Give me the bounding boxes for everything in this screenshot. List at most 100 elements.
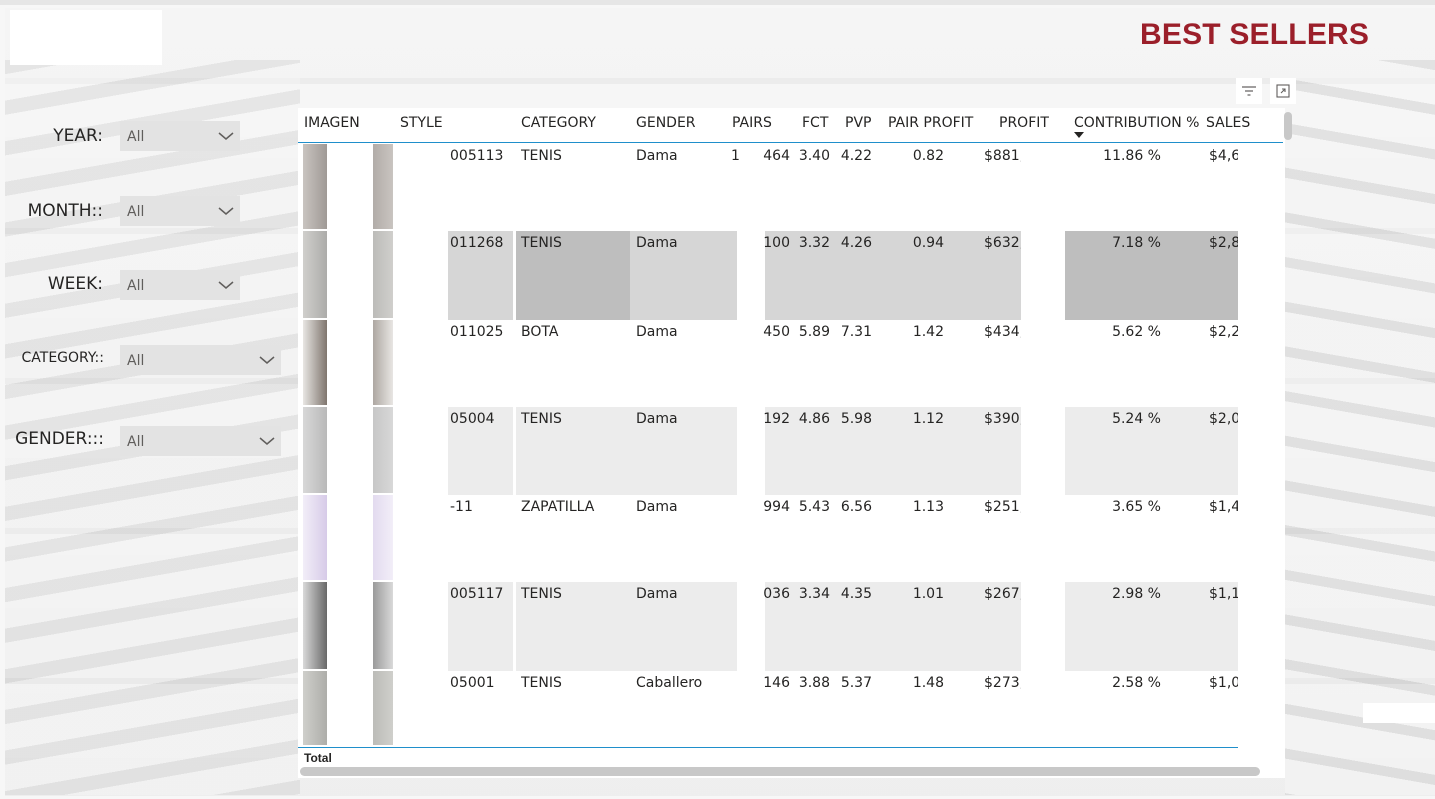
slicer-month-dropdown[interactable]: All: [120, 196, 240, 226]
cell-profit: $881,(: [984, 148, 1021, 164]
slicer-week-dropdown[interactable]: All: [120, 270, 240, 300]
table-row[interactable]: 05001 TENIS Caballero 146 3.88 5.37 1.48 $273,(…: [298, 671, 1238, 747]
header-divider: [298, 142, 1283, 143]
cell-style: -11: [450, 499, 473, 515]
cell-fct: 5.43: [798, 499, 830, 515]
cell-contribution: 5.62 %: [1112, 324, 1161, 340]
cell-contribution: 7.18 %: [1112, 235, 1161, 251]
cell-sales: $2,2: [1209, 324, 1238, 340]
column-header-style[interactable]: STYLE: [400, 115, 443, 131]
table-row[interactable]: 05004 TENIS Dama 192 4.86 5.98 1.12 $390,. 5.24 …: [298, 407, 1238, 495]
cell-pairs: 994: [763, 499, 790, 515]
cell-gender: Dama: [636, 586, 678, 602]
filter-icon[interactable]: [1236, 78, 1262, 104]
product-image: [303, 144, 393, 229]
cell-profit: $434,4: [984, 324, 1021, 340]
vertical-scrollbar[interactable]: [1284, 112, 1292, 140]
cell-pvp: 5.98: [840, 411, 872, 427]
cell-profit: $632,(: [984, 235, 1021, 251]
product-image: [303, 231, 393, 318]
cell-pair-profit: 0.82: [912, 148, 944, 164]
image-mask: [327, 582, 373, 669]
slicer-week-value: All: [127, 278, 145, 294]
table-row[interactable]: -11 ZAPATILLA Dama 994 5.43 6.56 1.13 $251,(3.6…: [298, 495, 1238, 582]
table-row[interactable]: 011268 TENIS Dama 100 3.32 4.26 0.94 $632,(7.18…: [298, 231, 1238, 320]
total-divider: [298, 747, 1238, 748]
best-sellers-table[interactable]: IMAGEN STYLE CATEGORY GENDER PAIRS FCT P…: [298, 108, 1285, 778]
table-row[interactable]: 005113 TENIS Dama 1 464 3.40 4.22 0.82 $881,(11.…: [298, 144, 1238, 231]
product-image: [303, 582, 393, 669]
column-header-sales[interactable]: SALES: [1206, 115, 1250, 131]
cell-fct: 3.88: [798, 675, 830, 691]
slicer-category-dropdown[interactable]: All: [120, 345, 281, 375]
cell-fct: 4.86: [798, 411, 830, 427]
column-header-profit[interactable]: PROFIT: [999, 115, 1049, 131]
cell-fct: 3.32: [798, 235, 830, 251]
cell-pair-profit: 1.42: [912, 324, 944, 340]
cell-contribution: 5.24 %: [1112, 411, 1161, 427]
slicer-gender-label: GENDER:::: [15, 429, 104, 449]
cell-pvp: 5.37: [840, 675, 872, 691]
cell-sales: $2,8: [1209, 235, 1238, 251]
cell-category: ZAPATILLA: [521, 499, 595, 515]
cell-category: TENIS: [521, 235, 562, 251]
slicer-month-value: All: [127, 204, 145, 220]
cell-gender: Dama: [636, 499, 678, 515]
column-header-pvp[interactable]: PVP: [845, 115, 871, 131]
image-mask: [327, 407, 373, 493]
product-image: [303, 407, 393, 493]
column-header-category[interactable]: CATEGORY: [521, 115, 596, 131]
cell-category: TENIS: [521, 586, 562, 602]
column-header-pairs[interactable]: PAIRS: [732, 115, 772, 131]
cell-pairs: 100: [763, 235, 790, 251]
cell-pair-profit: 1.12: [912, 411, 944, 427]
total-row-label: Total: [304, 751, 332, 765]
page-title: BEST SELLERS: [1140, 18, 1370, 51]
slicer-gender-dropdown[interactable]: All: [120, 426, 281, 456]
column-header-imagen[interactable]: IMAGEN: [304, 115, 360, 131]
image-mask: [327, 231, 373, 318]
cell-category: TENIS: [521, 411, 562, 427]
cell-style: 011268: [450, 235, 504, 251]
image-mask: [327, 495, 373, 580]
cell-category: TENIS: [521, 675, 562, 691]
image-mask: [327, 144, 373, 229]
cell-pvp: 6.56: [840, 499, 872, 515]
slicer-year-value: All: [127, 129, 145, 145]
chevron-down-icon: [218, 132, 234, 140]
cell-gender: Dama: [636, 324, 678, 340]
logo-placeholder: [10, 10, 162, 65]
window-top-band: [0, 0, 1435, 5]
column-header-pair-profit[interactable]: PAIR PROFIT: [888, 115, 973, 131]
cell-pair-profit: 1.48: [912, 675, 944, 691]
product-image: [303, 671, 393, 745]
sort-descending-icon: [1074, 132, 1084, 138]
column-header-gender[interactable]: GENDER: [636, 115, 696, 131]
horizontal-scrollbar[interactable]: [300, 767, 1260, 776]
table-row[interactable]: 005117 TENIS Dama 036 3.34 4.35 1.01 $267, 2.98 …: [298, 582, 1238, 671]
cell-pairs-prefix: 1: [731, 148, 740, 164]
focus-mode-icon[interactable]: [1270, 78, 1296, 104]
slicer-category-value: All: [127, 353, 145, 369]
cell-gender: Dama: [636, 235, 678, 251]
cell-profit: $267,: [984, 586, 1021, 602]
cell-style: 05004: [450, 411, 495, 427]
cell-style: 005113: [450, 148, 504, 164]
cell-sales: $2,0: [1209, 411, 1238, 427]
cell-style: 005117: [450, 586, 504, 602]
cell-profit: $251,(: [984, 499, 1021, 515]
cell-pairs: 450: [763, 324, 790, 340]
cell-gender: Dama: [636, 148, 678, 164]
cell-profit: $273,(: [984, 675, 1021, 691]
column-header-fct[interactable]: FCT: [802, 115, 828, 131]
image-mask: [327, 320, 373, 405]
cell-pvp: 7.31: [840, 324, 872, 340]
cell-contribution: 2.58 %: [1112, 675, 1161, 691]
background-shelves-right: [1285, 60, 1435, 795]
cell-category: BOTA: [521, 324, 559, 340]
column-header-contribution[interactable]: CONTRIBUTION %: [1074, 115, 1199, 131]
cell-style: 011025: [450, 324, 504, 340]
slicer-year-dropdown[interactable]: All: [120, 121, 240, 151]
cell-contribution: 3.65 %: [1112, 499, 1161, 515]
table-row[interactable]: 011025 BOTA Dama 450 5.89 7.31 1.42 $434,4 5.62 …: [298, 320, 1238, 407]
